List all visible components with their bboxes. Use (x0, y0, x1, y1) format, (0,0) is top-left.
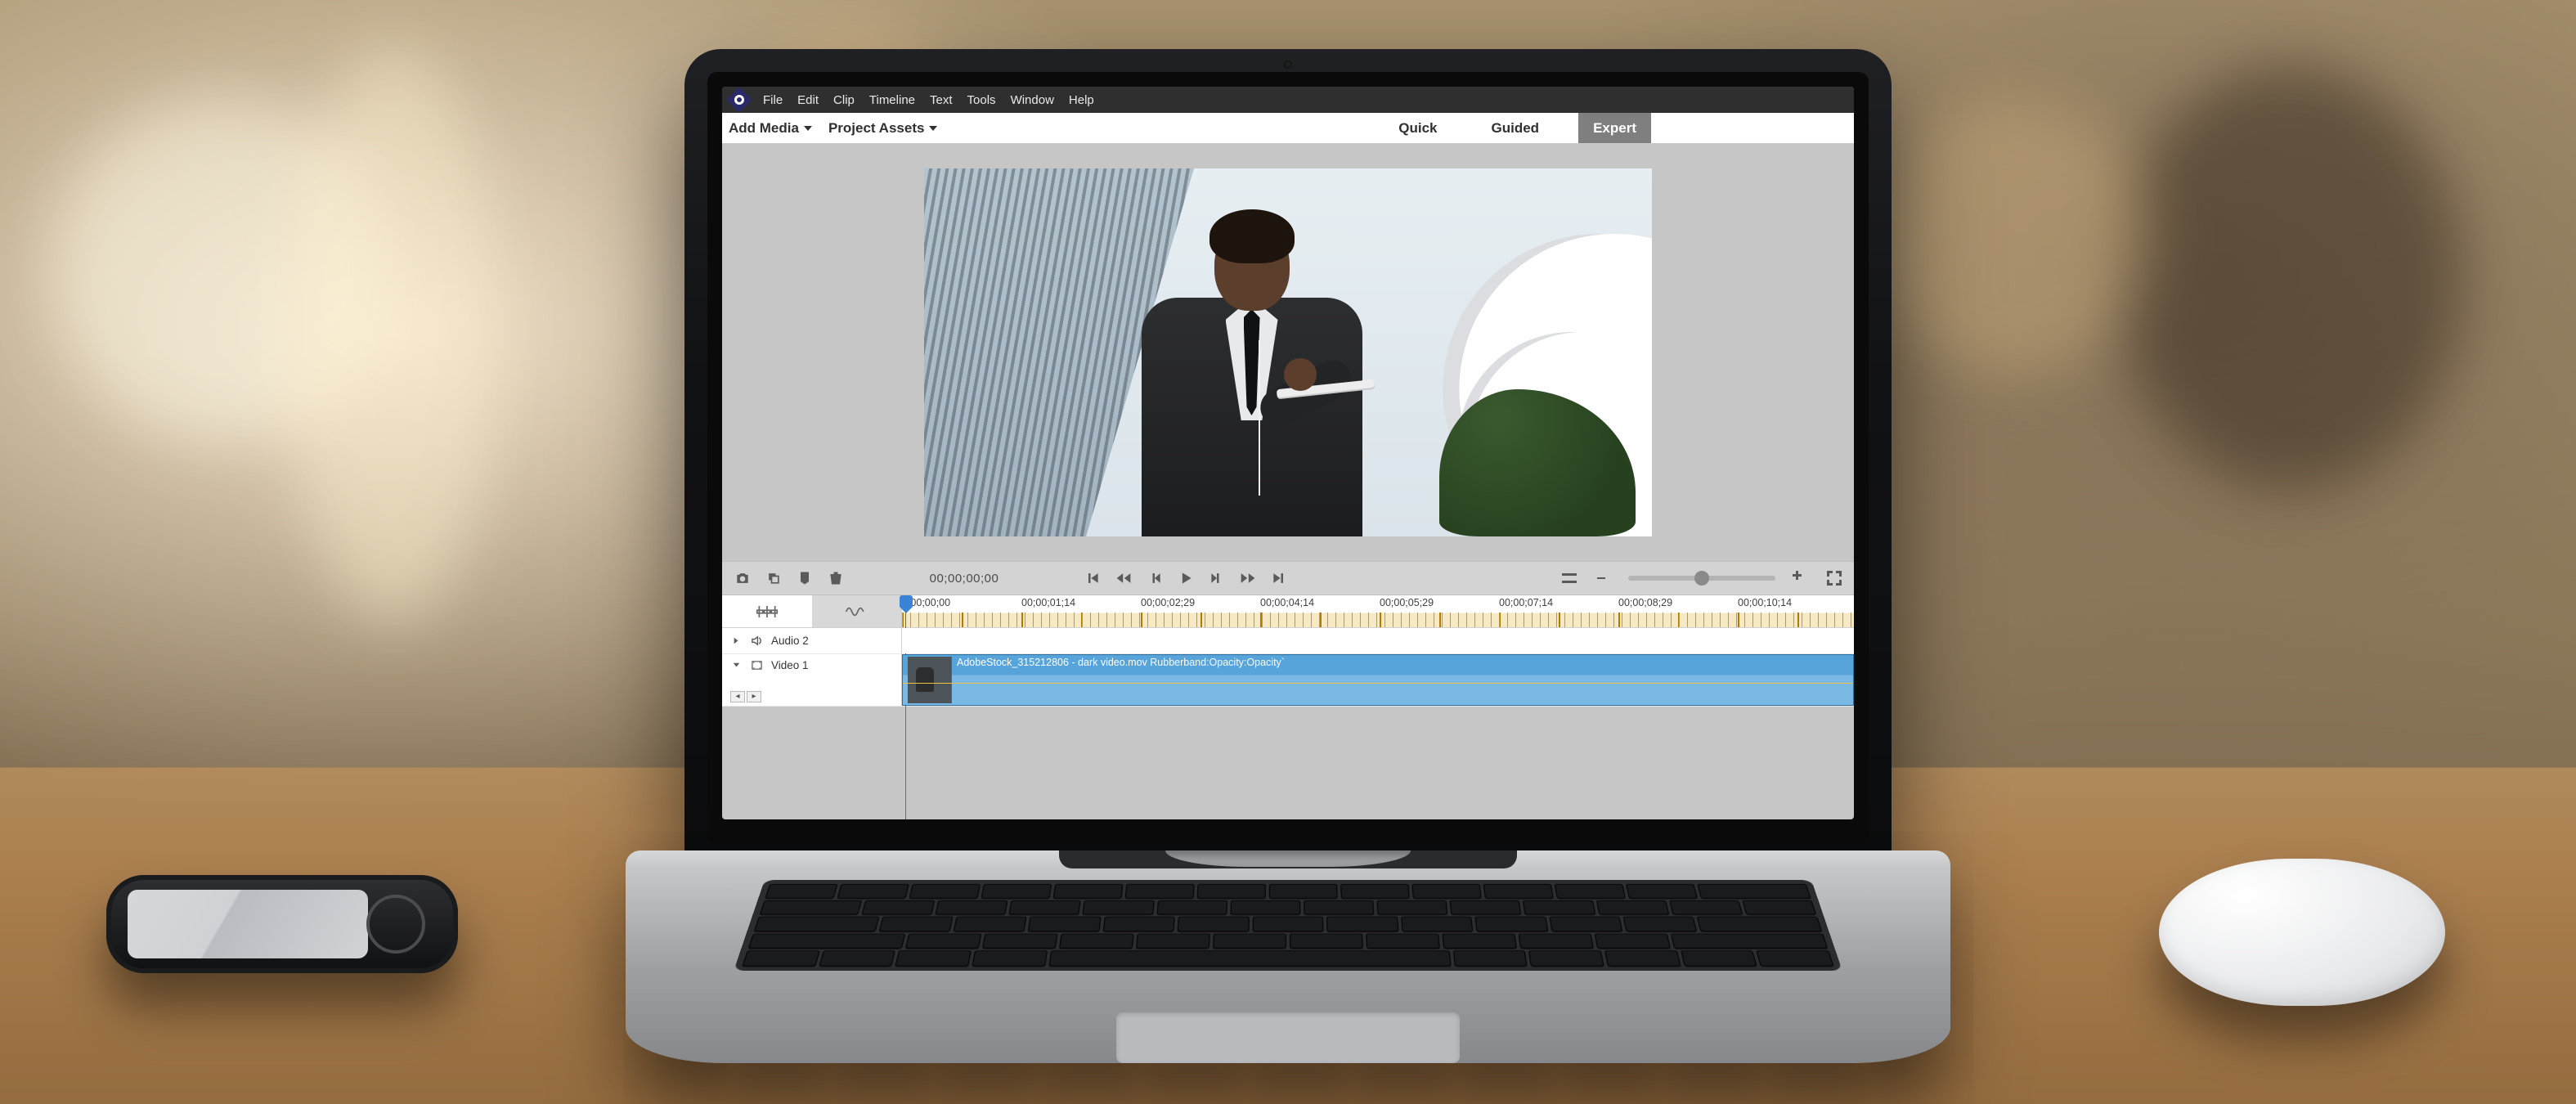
video-tracks-toggle[interactable] (722, 595, 812, 627)
camera-icon[interactable] (732, 568, 753, 589)
ruler-label: 00;00;10;14 (1738, 597, 1792, 608)
goto-start-icon[interactable] (1082, 568, 1103, 589)
track-video-1: Video 1 ◂ ▸ AdobeStock_315212806 - dark … (722, 654, 1854, 707)
track-audio-2: Audio 2 (722, 628, 1854, 654)
ruler-labels: 0;00;00;00 00;00;01;14 00;00;02;29 00;00… (902, 597, 1854, 612)
prop-phone (106, 875, 458, 973)
laptop-base (626, 850, 1950, 1063)
mode-tab-expert[interactable]: Expert (1578, 113, 1651, 143)
timeline-view-toggles (722, 595, 902, 627)
ruler-label: 00;00;04;14 (1260, 597, 1314, 608)
step-forward-icon[interactable] (1206, 568, 1227, 589)
track-header-video-1[interactable]: Video 1 ◂ ▸ (722, 654, 902, 706)
project-assets-dropdown[interactable]: Project Assets (828, 120, 937, 137)
track-label: Audio 2 (771, 635, 809, 647)
track-label: Video 1 (771, 659, 809, 671)
top-toolbar: Add Media Project Assets Quick Guided Ex… (722, 113, 1854, 144)
webcam-dot (1284, 61, 1292, 69)
menu-file[interactable]: File (763, 93, 783, 107)
zoom-slider-knob[interactable] (1694, 571, 1709, 586)
track-prev-button[interactable]: ◂ (730, 691, 745, 702)
prop-laptop: File Edit Clip Timeline Text Tools Windo… (626, 49, 1950, 1079)
collapse-icon[interactable] (730, 659, 743, 671)
zoom-out-icon[interactable] (1594, 568, 1613, 588)
laptop-lid: File Edit Clip Timeline Text Tools Windo… (684, 49, 1892, 867)
ruler-row: 0;00;00;00 00;00;01;14 00;00;02;29 00;00… (722, 595, 1854, 628)
track-body-audio-2[interactable] (902, 628, 1854, 653)
ruler-label: 00;00;05;29 (1380, 597, 1434, 608)
new-item-icon[interactable] (763, 568, 784, 589)
prop-mouse (2159, 859, 2445, 1006)
track-body-video-1[interactable]: AdobeStock_315212806 - dark video.mov Ru… (902, 654, 1854, 706)
preview-area (722, 144, 1854, 561)
menu-clip[interactable]: Clip (833, 93, 855, 107)
timeline-clip[interactable]: AdobeStock_315212806 - dark video.mov Ru… (902, 654, 1854, 706)
speaker-icon[interactable] (751, 635, 763, 647)
timeline-ruler[interactable]: 0;00;00;00 00;00;01;14 00;00;02;29 00;00… (902, 595, 1854, 627)
audio-tracks-toggle[interactable] (812, 595, 902, 627)
menu-window[interactable]: Window (1011, 93, 1054, 107)
fast-forward-icon[interactable] (1237, 568, 1259, 589)
fullscreen-icon[interactable] (1824, 568, 1844, 588)
laptop-keyboard (734, 880, 1842, 971)
app-window: File Edit Clip Timeline Text Tools Windo… (722, 87, 1854, 819)
laptop-trackpad (1116, 1012, 1460, 1063)
zoom-slider[interactable] (1628, 576, 1775, 581)
clip-property: Rubberband:Opacity:Opacity` (1150, 657, 1285, 668)
menu-help[interactable]: Help (1069, 93, 1094, 107)
track-next-button[interactable]: ▸ (747, 691, 761, 702)
goto-end-icon[interactable] (1268, 568, 1290, 589)
ruler-label: 00;00;02;29 (1141, 597, 1195, 608)
track-header-audio-2[interactable]: Audio 2 (722, 628, 902, 653)
current-timecode[interactable]: 00;00;00;00 (915, 572, 1013, 586)
menu-edit[interactable]: Edit (797, 93, 819, 107)
preview-monitor[interactable] (924, 168, 1652, 536)
mode-tab-quick[interactable]: Quick (1384, 113, 1452, 143)
ruler-label: 00;00;08;29 (1618, 597, 1672, 608)
ruler-label: 00;00;07;14 (1499, 597, 1553, 608)
step-back-icon[interactable] (1144, 568, 1165, 589)
clip-filename: AdobeStock_315212806 - dark video.mov (957, 657, 1147, 668)
menu-bar: File Edit Clip Timeline Text Tools Windo… (722, 87, 1854, 113)
app-logo-icon (726, 87, 752, 112)
rewind-icon[interactable] (1113, 568, 1134, 589)
menu-tools[interactable]: Tools (967, 93, 996, 107)
menu-timeline[interactable]: Timeline (869, 93, 915, 107)
clip-thumbnail (908, 657, 952, 703)
ruler-label: 00;00;01;14 (1021, 597, 1075, 608)
mode-tabs: Quick Guided Expert (1384, 113, 1651, 143)
expand-icon[interactable] (730, 635, 743, 647)
transport-bar: 00;00;00;00 (722, 561, 1854, 595)
marker-icon[interactable] (794, 568, 815, 589)
zoom-in-icon[interactable] (1790, 568, 1810, 588)
opacity-rubberband[interactable] (903, 683, 1853, 684)
filmstrip-icon[interactable] (751, 659, 763, 671)
tools-icon[interactable] (1560, 568, 1579, 588)
trash-icon[interactable] (825, 568, 846, 589)
add-media-dropdown[interactable]: Add Media (729, 120, 812, 137)
mode-tab-guided[interactable]: Guided (1477, 113, 1555, 143)
timeline: Audio 2 Video 1 ◂ ▸ (722, 628, 1854, 707)
transport-right-cluster (1560, 568, 1844, 588)
track-nav-buttons: ◂ ▸ (730, 691, 761, 702)
ruler-minor-ticks (902, 613, 1854, 627)
menu-text[interactable]: Text (930, 93, 953, 107)
play-icon[interactable] (1175, 568, 1196, 589)
photo-scene: File Edit Clip Timeline Text Tools Windo… (0, 0, 2576, 1104)
